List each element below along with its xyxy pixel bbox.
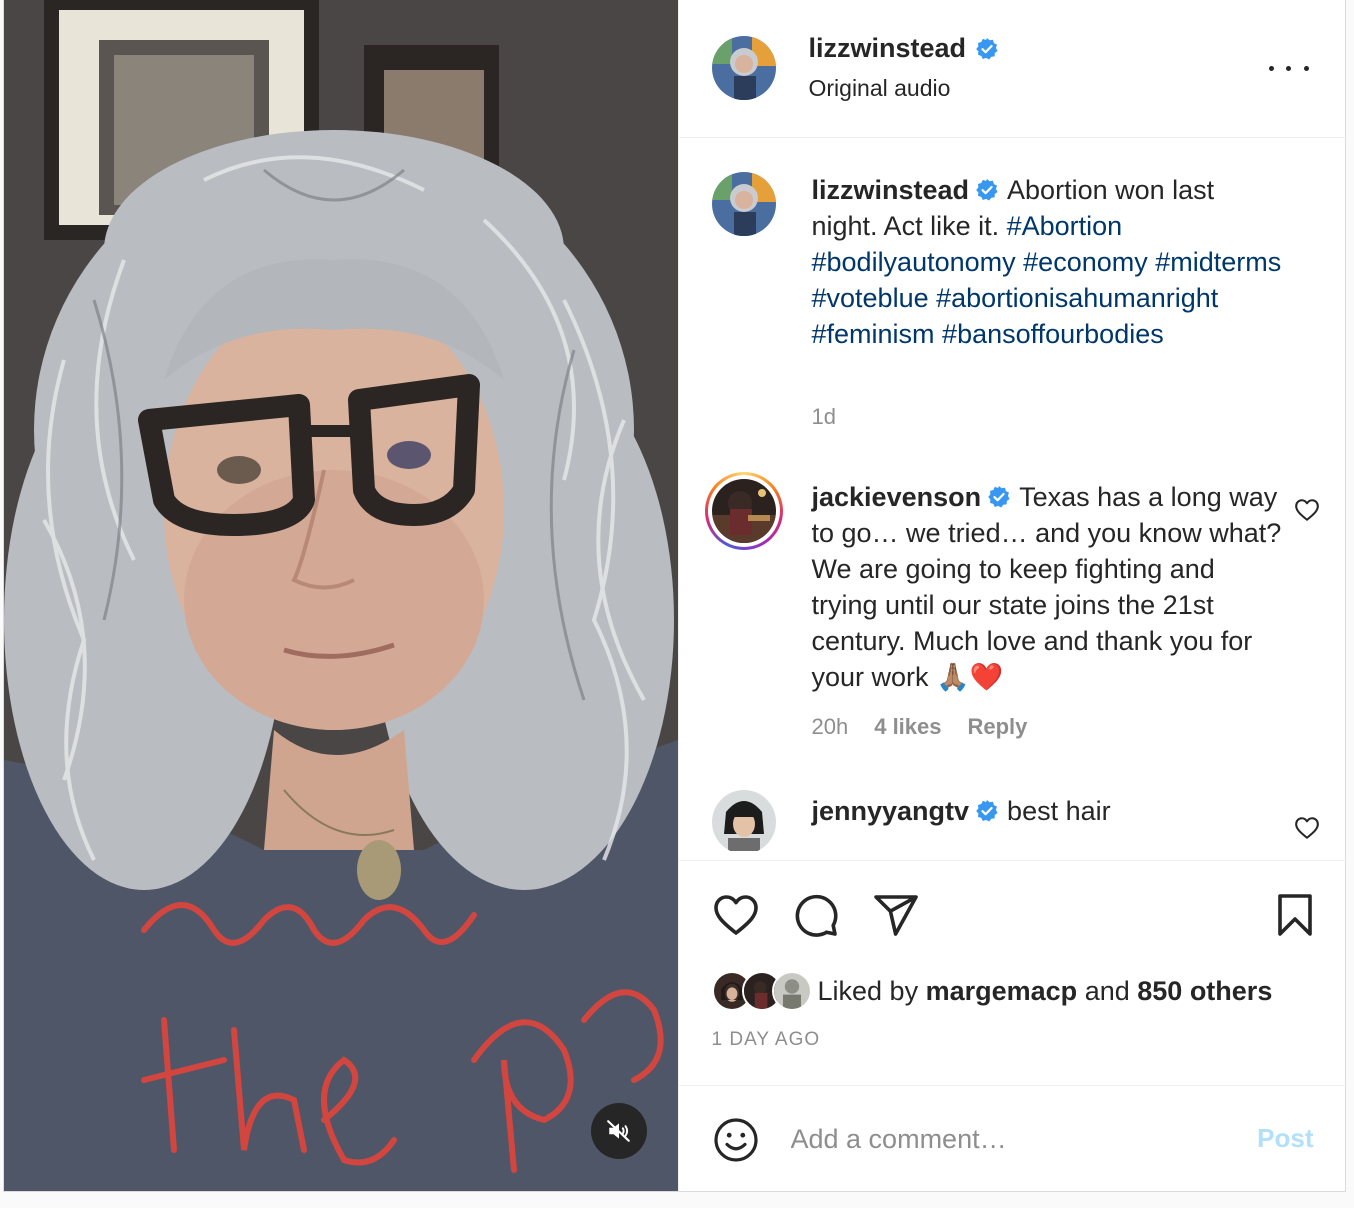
likes-joiner: and <box>1084 975 1130 1006</box>
author-username-row[interactable]: lizzwinstead <box>809 33 1000 64</box>
caption-meta: 1d <box>812 404 836 430</box>
caption-text-block: lizzwinstead Abortion won last night. Act… <box>812 172 1282 352</box>
author-username[interactable]: lizzwinstead <box>809 33 967 64</box>
comment-username[interactable]: jennyyangtv <box>812 796 970 826</box>
share-icon[interactable] <box>872 891 920 939</box>
post-timestamp[interactable]: 1 DAY AGO <box>712 1029 821 1051</box>
caption-entry: lizzwinstead Abortion won last night. Act… <box>679 172 1347 432</box>
author-avatar[interactable] <box>711 36 776 100</box>
hashtag[interactable]: #voteblue <box>812 283 929 313</box>
hashtag[interactable]: #Abortion <box>1007 211 1123 241</box>
comment-likes-link[interactable]: 4 likes <box>874 714 941 740</box>
verified-badge-icon <box>975 178 999 202</box>
comment-icon[interactable] <box>792 891 840 939</box>
commenter-avatar[interactable] <box>711 479 776 543</box>
video-frame <box>4 0 678 1191</box>
likes-summary: Liked by margemacp and 850 others <box>711 971 1272 1011</box>
more-options-icon[interactable] <box>1268 56 1309 80</box>
post-media[interactable] <box>4 0 678 1191</box>
mute-icon <box>607 1120 630 1142</box>
hashtag[interactable]: #midterms <box>1155 247 1281 277</box>
hashtag[interactable]: #bodilyautonomy <box>812 247 1016 277</box>
comment-item: jennyyangtv best hair <box>679 790 1347 851</box>
liker-avatars[interactable] <box>711 971 812 1011</box>
post-dialog: lizzwinstead Original audio lizzwinstead… <box>3 0 1347 1192</box>
audio-label[interactable]: Original audio <box>809 75 951 102</box>
likes-others-link[interactable]: 850 others <box>1137 976 1272 1007</box>
emoji-icon[interactable] <box>712 1116 760 1164</box>
verified-badge-icon <box>975 37 999 61</box>
bookmark-icon[interactable] <box>1271 891 1319 939</box>
hashtag[interactable]: #economy <box>1023 247 1148 277</box>
caption-username[interactable]: lizzwinstead <box>812 175 970 205</box>
post-actions: Liked by margemacp and 850 others 1 DAY … <box>678 860 1347 1086</box>
caption-avatar[interactable] <box>711 172 776 236</box>
liker-username[interactable]: margemacp <box>926 976 1078 1007</box>
post-header: lizzwinstead Original audio <box>678 0 1347 138</box>
comment-like-heart-icon[interactable] <box>1294 815 1320 841</box>
verified-badge-icon <box>975 799 999 823</box>
comment-input[interactable] <box>790 1117 1231 1161</box>
commenter-avatar[interactable] <box>711 790 776 851</box>
comments-list[interactable]: lizzwinstead Abortion won last night. Act… <box>679 139 1347 851</box>
caption-age: 1d <box>811 404 836 429</box>
comment-composer: Post <box>679 1087 1347 1191</box>
hashtag[interactable]: #feminism <box>812 319 935 349</box>
comment-like-heart-icon[interactable] <box>1294 497 1320 523</box>
comment-age: 20h <box>811 714 849 739</box>
hashtag[interactable]: #bansoffourbodies <box>942 319 1164 349</box>
heart-icon[interactable] <box>712 891 760 939</box>
post-comment-button[interactable]: Post <box>1257 1123 1313 1154</box>
reply-button[interactable]: Reply <box>968 714 1028 740</box>
mute-button[interactable] <box>591 1103 647 1159</box>
comment-meta: 20h 4 likes Reply <box>812 714 1028 740</box>
likes-prefix: Liked by <box>817 975 919 1006</box>
comment-username[interactable]: jackievenson <box>812 482 982 512</box>
comment-text-block: jackievenson Texas has a long way to go… … <box>812 479 1282 695</box>
liker-avatar <box>771 971 812 1011</box>
comment-text: Texas has a long way to go… we tried… an… <box>811 482 1282 692</box>
comment-item: jackievenson Texas has a long way to go… … <box>679 472 1347 742</box>
story-ring[interactable] <box>704 472 783 550</box>
verified-badge-icon <box>987 485 1011 509</box>
comment-text-block: jennyyangtv best hair <box>812 793 1282 829</box>
post-side-panel: lizzwinstead Original audio lizzwinstead… <box>677 0 1347 1191</box>
hashtag[interactable]: #abortionisahumanright <box>936 283 1218 313</box>
comment-text: best hair <box>1007 796 1111 826</box>
